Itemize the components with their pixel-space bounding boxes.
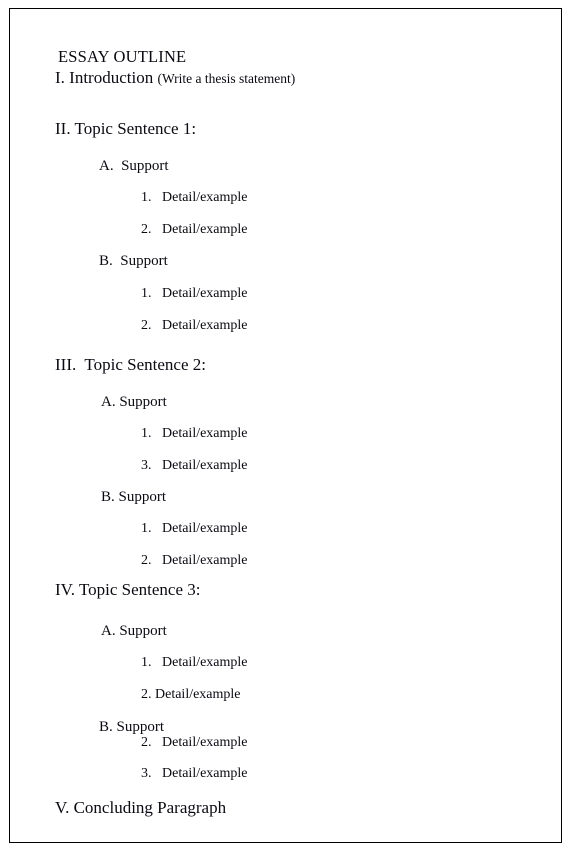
detail-item-2b1: 1. Detail/example [141,286,248,301]
outline-section-topic-1: II. Topic Sentence 1: [55,119,197,138]
detail-item-2b2: 2. Detail/example [141,318,248,333]
support-item-2a: A. Support [99,158,169,174]
detail-item-3a1: 1. Detail/example [141,426,248,441]
page-title: ESSAY OUTLINE [58,47,187,66]
support-item-2b: B. Support [99,253,168,269]
detail-item-4b3: 3. Detail/example [141,766,248,781]
detail-item-3b1: 1. Detail/example [141,521,248,536]
detail-item-3a3: 3. Detail/example [141,458,248,473]
detail-item-2a1: 1. Detail/example [141,190,248,205]
detail-item-4b2: 2. Detail/example [141,735,248,750]
support-item-4a: A. Support [101,623,167,639]
support-item-3b: B. Support [101,489,167,505]
section-marker-introduction: I. Introduction [55,68,158,87]
document-page: ESSAY OUTLINE I. Introduction (Write a t… [9,8,562,843]
detail-item-4a2: 2. Detail/example [141,687,241,702]
support-item-3a: A. Support [101,394,167,410]
support-item-4b: B. Support [99,719,165,735]
outline-section-introduction: I. Introduction (Write a thesis statemen… [55,69,295,86]
outline-section-topic-2: III. Topic Sentence 2: [55,355,206,374]
detail-item-4a1: 1. Detail/example [141,655,248,670]
outline-section-topic-3: IV. Topic Sentence 3: [55,580,201,599]
introduction-note: (Write a thesis statement) [157,71,296,86]
detail-item-3b2: 2. Detail/example [141,553,248,568]
essay-outline-document: ESSAY OUTLINE I. Introduction (Write a t… [10,9,561,842]
outline-section-conclusion: V. Concluding Paragraph [55,798,227,817]
detail-item-2a2: 2. Detail/example [141,222,248,237]
